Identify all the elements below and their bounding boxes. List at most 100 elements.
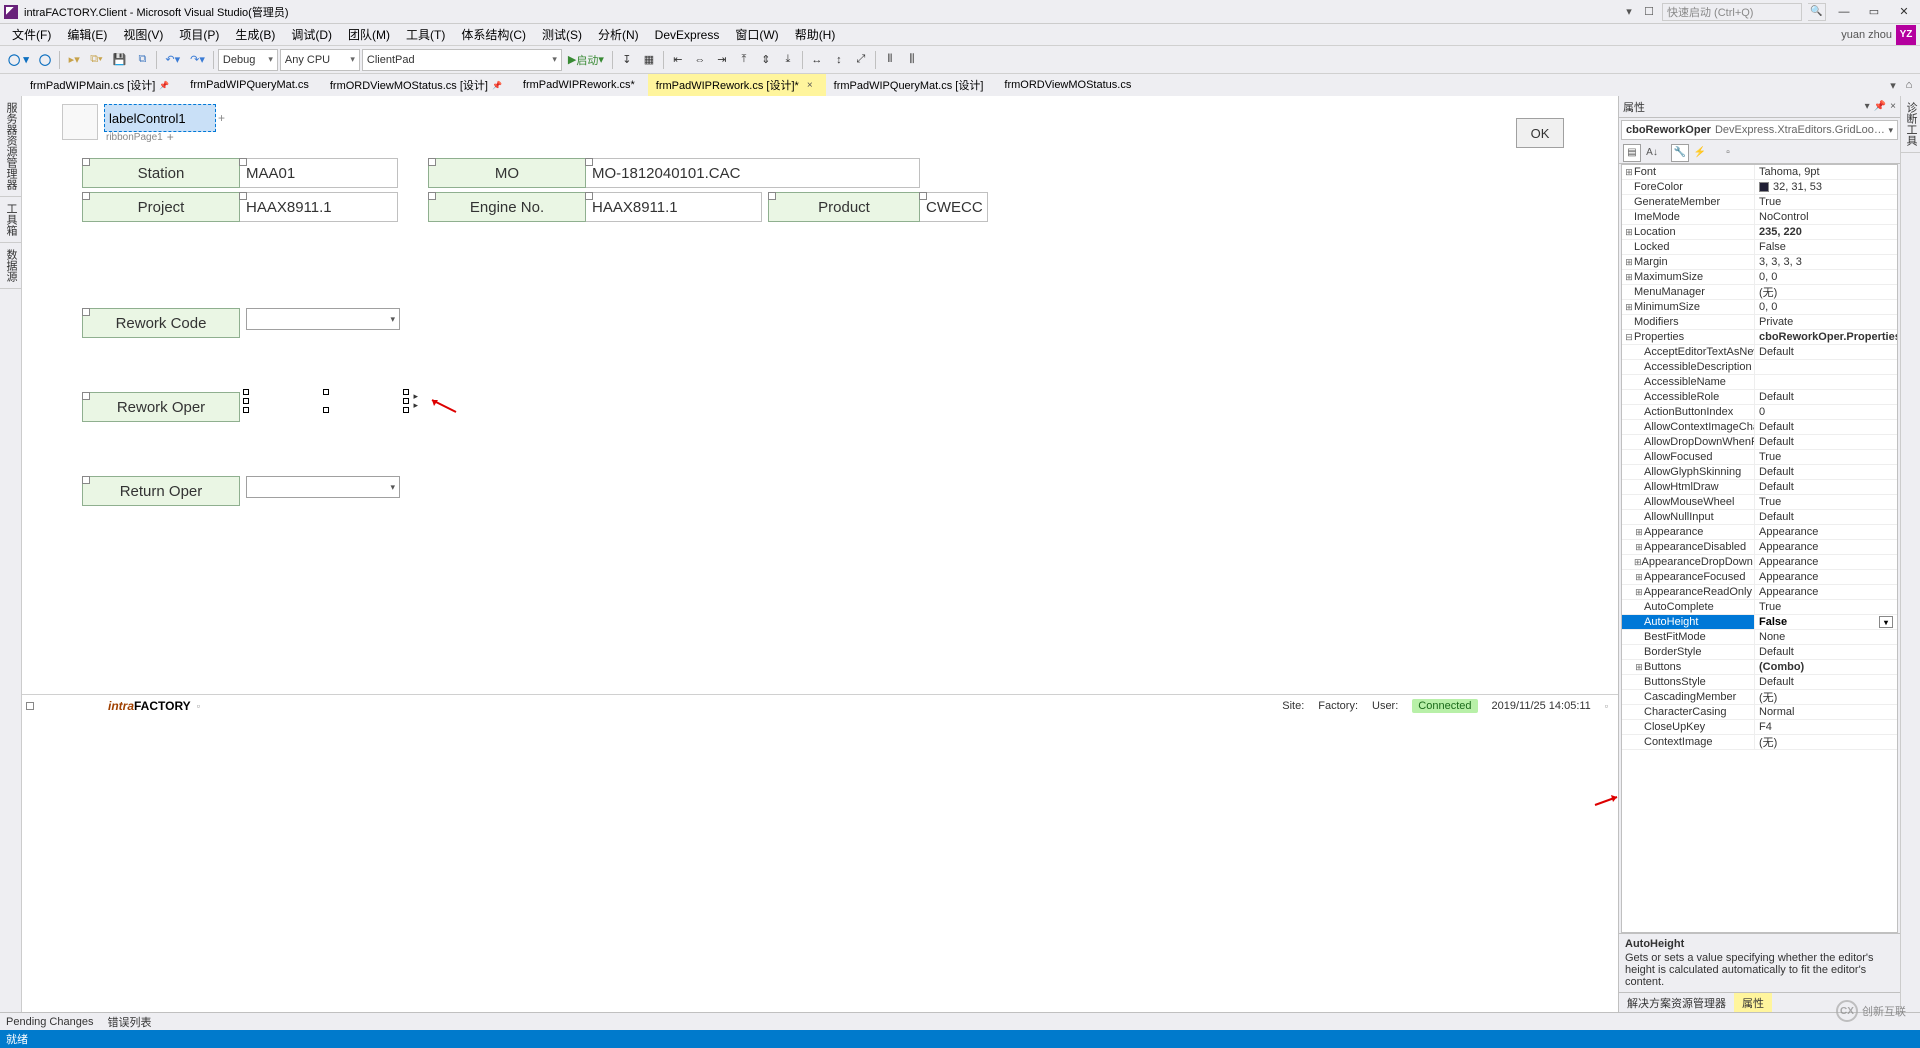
property-row[interactable]: ⊞AppearanceFocusedAppearance bbox=[1622, 570, 1897, 585]
tab-frmPadWIPQueryMat[interactable]: frmPadWIPQueryMat.cs bbox=[182, 74, 322, 96]
property-row[interactable]: AllowHtmlDrawDefault bbox=[1622, 480, 1897, 495]
property-row[interactable]: AutoHeightFalse▾ bbox=[1622, 615, 1897, 630]
property-row[interactable]: ⊞FontTahoma, 9pt bbox=[1622, 165, 1897, 180]
property-row[interactable]: AccessibleName bbox=[1622, 375, 1897, 390]
undo-button[interactable]: ↶▾ bbox=[161, 49, 184, 71]
prop-pages-icon[interactable]: ▫ bbox=[1719, 144, 1737, 162]
property-row[interactable]: ButtonsStyleDefault bbox=[1622, 675, 1897, 690]
property-row[interactable]: AllowGlyphSkinningDefault bbox=[1622, 465, 1897, 480]
align-bottom[interactable]: ⤓ bbox=[778, 49, 798, 71]
vspace-equal[interactable]: ⫼ bbox=[902, 49, 922, 71]
tab-properties[interactable]: 属性 bbox=[1734, 993, 1772, 1012]
tab-solution-explorer[interactable]: 解决方案资源管理器 bbox=[1619, 993, 1734, 1012]
project-field[interactable]: HAAX8911.1 bbox=[240, 192, 398, 222]
property-row[interactable]: CharacterCasingNormal bbox=[1622, 705, 1897, 720]
size-width[interactable]: ↔ bbox=[807, 49, 827, 71]
property-row[interactable]: ModifiersPrivate bbox=[1622, 315, 1897, 330]
menu-devexpress[interactable]: DevExpress bbox=[647, 26, 728, 44]
save-all-button[interactable]: ⧉ bbox=[132, 49, 152, 71]
menu-window[interactable]: 窗口(W) bbox=[727, 24, 786, 45]
property-row[interactable]: BorderStyleDefault bbox=[1622, 645, 1897, 660]
prop-events-icon[interactable]: ⚡ bbox=[1691, 144, 1709, 162]
properties-object-selector[interactable]: cboReworkOper DevExpress.XtraEditors.Gri… bbox=[1621, 120, 1898, 140]
close-button[interactable]: ✕ bbox=[1892, 3, 1916, 21]
step-button[interactable]: ↧ bbox=[617, 49, 637, 71]
user-name[interactable]: yuan zhou bbox=[1841, 29, 1892, 41]
property-row[interactable]: AcceptEditorTextAsNewDefault bbox=[1622, 345, 1897, 360]
property-row[interactable]: ⊞AppearanceReadOnlyAppearance bbox=[1622, 585, 1897, 600]
menu-test[interactable]: 测试(S) bbox=[534, 24, 590, 45]
property-row[interactable]: ⊟PropertiescboReworkOper.Properties bbox=[1622, 330, 1897, 345]
property-row[interactable]: AllowFocusedTrue bbox=[1622, 450, 1897, 465]
property-row[interactable]: ImeModeNoControl bbox=[1622, 210, 1897, 225]
open-button[interactable]: ⧉▾ bbox=[86, 49, 106, 71]
property-row[interactable]: MenuManager(无) bbox=[1622, 285, 1897, 300]
redo-button[interactable]: ↷▾ bbox=[186, 49, 209, 71]
tab-frmORDViewMOStatus-cs[interactable]: frmORDViewMOStatus.cs bbox=[996, 74, 1144, 96]
property-row[interactable]: AutoCompleteTrue bbox=[1622, 600, 1897, 615]
property-row[interactable]: ForeColor32, 31, 53 bbox=[1622, 180, 1897, 195]
property-row[interactable]: CloseUpKeyF4 bbox=[1622, 720, 1897, 735]
menu-team[interactable]: 团队(M) bbox=[340, 24, 398, 45]
toolbox-tab[interactable]: 工具箱 bbox=[0, 197, 21, 243]
menu-project[interactable]: 项目(P) bbox=[171, 24, 227, 45]
menu-architecture[interactable]: 体系结构(C) bbox=[453, 24, 534, 45]
pending-changes-tab[interactable]: Pending Changes bbox=[6, 1016, 93, 1028]
align-top[interactable]: ⤒ bbox=[734, 49, 754, 71]
property-row[interactable]: ⊞AppearanceDropDownAppearance bbox=[1622, 555, 1897, 570]
form-designer[interactable]: labelControl1+ ribbonPage1+ OK StationMA… bbox=[22, 96, 1618, 1012]
footer-add-icon[interactable]: ▫ bbox=[1605, 701, 1608, 711]
property-row[interactable]: ⊞Location235, 220 bbox=[1622, 225, 1897, 240]
minimize-button[interactable]: — bbox=[1832, 3, 1856, 21]
ribbon-app-button[interactable] bbox=[62, 104, 98, 140]
feedback-icon[interactable]: ☐ bbox=[1642, 5, 1656, 19]
prop-alpha-icon[interactable]: A↓ bbox=[1643, 144, 1661, 162]
station-field[interactable]: MAA01 bbox=[240, 158, 398, 188]
property-row[interactable]: BestFitModeNone bbox=[1622, 630, 1897, 645]
tab-frmORDViewMOStatus-design[interactable]: frmORDViewMOStatus.cs [设计]📌 bbox=[322, 74, 515, 96]
align-center-h[interactable]: ⇔ bbox=[690, 49, 710, 71]
property-row[interactable]: AccessibleRoleDefault bbox=[1622, 390, 1897, 405]
tab-frmPadWIPMain[interactable]: frmPadWIPMain.cs [设计]📌 bbox=[22, 74, 182, 96]
maximize-button[interactable]: ▭ bbox=[1862, 3, 1886, 21]
property-row[interactable]: GenerateMemberTrue bbox=[1622, 195, 1897, 210]
quick-launch-input[interactable]: 快速启动 (Ctrl+Q) bbox=[1662, 3, 1802, 21]
properties-grid[interactable]: ⊞FontTahoma, 9ptForeColor32, 31, 53Gener… bbox=[1621, 164, 1898, 933]
tabs-home-icon[interactable]: ⌂ bbox=[1902, 78, 1916, 92]
pin-icon[interactable]: 📌 bbox=[492, 81, 502, 90]
property-row[interactable]: ⊞AppearanceDisabledAppearance bbox=[1622, 540, 1897, 555]
property-row[interactable]: ContextImage(无) bbox=[1622, 735, 1897, 750]
align-right[interactable]: ⇥ bbox=[712, 49, 732, 71]
menu-edit[interactable]: 编辑(E) bbox=[59, 24, 115, 45]
new-button[interactable]: ▸▾ bbox=[64, 49, 84, 71]
pin-icon[interactable]: 📌 bbox=[159, 81, 169, 90]
property-row[interactable]: ⊞MaximumSize0, 0 bbox=[1622, 270, 1897, 285]
menu-tools[interactable]: 工具(T) bbox=[398, 24, 453, 45]
menu-view[interactable]: 视图(V) bbox=[115, 24, 171, 45]
property-row[interactable]: AllowMouseWheelTrue bbox=[1622, 495, 1897, 510]
quick-launch-button[interactable]: 🔍 bbox=[1808, 3, 1826, 21]
tab-frmPadWIPQueryMat-design[interactable]: frmPadWIPQueryMat.cs [设计] bbox=[826, 74, 997, 96]
hspace-equal[interactable]: ⫴ bbox=[880, 49, 900, 71]
ribbon-tab-selected[interactable]: labelControl1+ bbox=[104, 104, 216, 132]
panel-close-icon[interactable]: × bbox=[1890, 101, 1896, 112]
layout-btn-1[interactable]: ▦ bbox=[639, 49, 659, 71]
server-explorer-tab[interactable]: 服务器资源管理器 bbox=[0, 96, 21, 197]
size-both[interactable]: ⤢ bbox=[851, 49, 871, 71]
panel-menu-icon[interactable]: ▾ bbox=[1865, 101, 1870, 112]
tabs-overflow-icon[interactable]: ▾ bbox=[1886, 78, 1900, 92]
mo-field[interactable]: MO-1812040101.CAC bbox=[586, 158, 920, 188]
diagnostics-tab[interactable]: 诊断工具 bbox=[1901, 96, 1920, 153]
notifications-icon[interactable]: ▾ bbox=[1622, 5, 1636, 19]
engine-field[interactable]: HAAX8911.1 bbox=[586, 192, 762, 222]
property-row[interactable]: ⊞Buttons(Combo) bbox=[1622, 660, 1897, 675]
size-height[interactable]: ↕ bbox=[829, 49, 849, 71]
return-oper-combo[interactable] bbox=[246, 476, 400, 498]
nav-fwd-button[interactable]: ◯ bbox=[35, 49, 55, 71]
property-row[interactable]: AccessibleDescription bbox=[1622, 360, 1897, 375]
align-middle[interactable]: ⇕ bbox=[756, 49, 776, 71]
rework-code-combo[interactable] bbox=[246, 308, 400, 330]
close-icon[interactable]: × bbox=[807, 80, 813, 91]
align-left[interactable]: ⇤ bbox=[668, 49, 688, 71]
property-row[interactable]: AllowContextImageChaDefault bbox=[1622, 420, 1897, 435]
